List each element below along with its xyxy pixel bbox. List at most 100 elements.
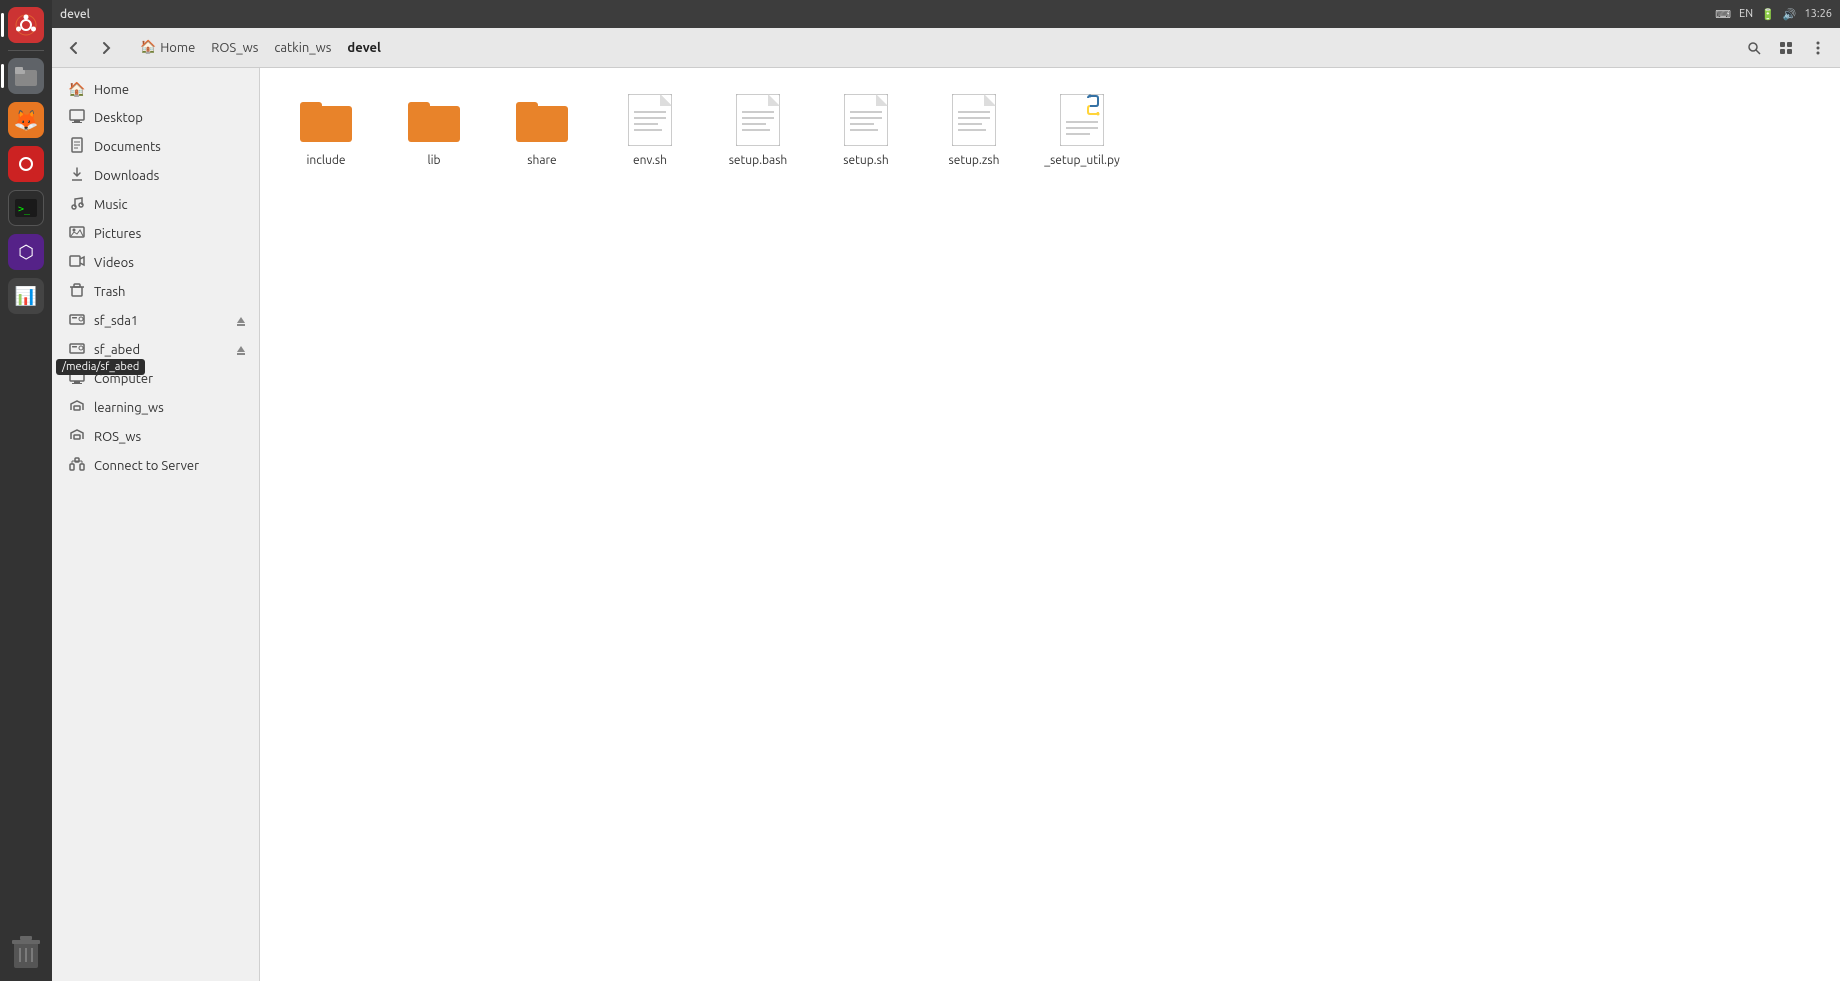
battery-indicator: 🔋 xyxy=(1761,8,1775,21)
setup-util-py-label: _setup_util.py xyxy=(1044,154,1120,167)
dock-item-terminal[interactable]: >_ xyxy=(5,187,47,229)
titlebar: devel ⌨ EN 🔋 🔊 13:26 xyxy=(52,0,1840,28)
breadcrumb: 🏠 Home ROS_ws catkin_ws devel xyxy=(132,37,1728,58)
music-icon xyxy=(68,195,86,214)
dock-item-files[interactable] xyxy=(5,55,47,97)
ros-ws-icon xyxy=(68,427,86,446)
file-item-setup-bash[interactable]: setup.bash xyxy=(708,84,808,175)
breadcrumb-devel[interactable]: devel xyxy=(339,38,389,58)
menu-button[interactable] xyxy=(1804,34,1832,62)
file-item-share[interactable]: share xyxy=(492,84,592,175)
sidebar-videos-label: Videos xyxy=(94,256,134,270)
sidebar-item-trash[interactable]: Trash xyxy=(56,277,255,306)
files-icon xyxy=(8,58,44,94)
breadcrumb-ros-ws[interactable]: ROS_ws xyxy=(203,38,266,58)
desktop-icon xyxy=(68,108,86,127)
back-button[interactable] xyxy=(60,34,88,62)
sidebar-item-connect[interactable]: Connect to Server xyxy=(56,451,255,480)
breadcrumb-home[interactable]: 🏠 Home xyxy=(132,37,203,58)
pictures-icon xyxy=(68,224,86,243)
sidebar-item-learning-ws[interactable]: learning_ws xyxy=(56,393,255,422)
volume-indicator: 🔊 xyxy=(1783,8,1797,21)
forward-button[interactable] xyxy=(92,34,120,62)
content-area: 🏠 Home Desktop Documents xyxy=(52,68,1840,981)
file-item-env-sh[interactable]: env.sh xyxy=(600,84,700,175)
dock-item-app1[interactable] xyxy=(5,143,47,185)
sidebar-pictures-label: Pictures xyxy=(94,227,141,241)
eject-sf-sda1-button[interactable] xyxy=(231,311,251,331)
breadcrumb-catkin-ws-label: catkin_ws xyxy=(274,41,331,55)
toolbar: 🏠 Home ROS_ws catkin_ws devel xyxy=(52,28,1840,68)
connect-icon xyxy=(68,456,86,475)
home-breadcrumb-icon: 🏠 xyxy=(140,40,156,55)
firefox-icon: 🦊 xyxy=(8,102,44,138)
sidebar-downloads-label: Downloads xyxy=(94,169,159,183)
dock-item-app2[interactable]: ⬡ xyxy=(5,231,47,273)
sidebar-item-ros-ws[interactable]: ROS_ws xyxy=(56,422,255,451)
documents-icon xyxy=(68,137,86,156)
file-view: include lib xyxy=(260,68,1840,981)
sidebar-item-documents[interactable]: Documents xyxy=(56,132,255,161)
sidebar-item-sf-abed[interactable]: sf_abed /media/sf_abed xyxy=(56,335,255,364)
sidebar-ros-ws-label: ROS_ws xyxy=(94,430,141,444)
home-icon: 🏠 xyxy=(68,81,86,98)
sidebar-item-pictures[interactable]: Pictures xyxy=(56,219,255,248)
sf-sda1-icon xyxy=(68,311,86,330)
sidebar-computer-label: Computer xyxy=(94,372,153,386)
terminal-icon: >_ xyxy=(8,190,44,226)
sidebar-music-label: Music xyxy=(94,198,128,212)
eject-sf-abed-button[interactable] xyxy=(231,340,251,360)
search-button[interactable] xyxy=(1740,34,1768,62)
setup-util-py-icon xyxy=(1054,92,1110,148)
file-item-include[interactable]: include xyxy=(276,84,376,175)
dock-item-app3[interactable]: 📊 xyxy=(5,275,47,317)
computer-icon xyxy=(68,369,86,388)
dock-item-trash[interactable] xyxy=(5,931,47,973)
clock: 13:26 xyxy=(1804,8,1832,20)
sidebar-item-music[interactable]: Music xyxy=(56,190,255,219)
file-item-setup-sh[interactable]: setup.sh xyxy=(816,84,916,175)
sidebar-sf-sda1-label: sf_sda1 xyxy=(94,314,138,328)
lang-indicator: EN xyxy=(1739,8,1753,20)
setup-zsh-label: setup.zsh xyxy=(949,154,1000,167)
breadcrumb-home-label: Home xyxy=(160,41,195,55)
app1-icon xyxy=(8,146,44,182)
file-item-setup-zsh[interactable]: setup.zsh xyxy=(924,84,1024,175)
sidebar-item-computer[interactable]: Computer xyxy=(56,364,255,393)
file-manager: devel ⌨ EN 🔋 🔊 13:26 🏠 Home ROS_ws catki xyxy=(52,0,1840,981)
sidebar-item-videos[interactable]: Videos xyxy=(56,248,255,277)
sidebar-connect-label: Connect to Server xyxy=(94,459,199,473)
file-item-setup-util-py[interactable]: _setup_util.py xyxy=(1032,84,1132,175)
include-folder-icon xyxy=(298,92,354,148)
sidebar-documents-label: Documents xyxy=(94,140,161,154)
breadcrumb-ros-ws-label: ROS_ws xyxy=(211,41,258,55)
sidebar-learning-ws-label: learning_ws xyxy=(94,401,164,415)
setup-zsh-icon xyxy=(946,92,1002,148)
breadcrumb-catkin-ws[interactable]: catkin_ws xyxy=(266,38,339,58)
file-item-lib[interactable]: lib xyxy=(384,84,484,175)
sidebar-item-downloads[interactable]: Downloads xyxy=(56,161,255,190)
app3-icon: 📊 xyxy=(8,278,44,314)
share-label: share xyxy=(527,154,556,167)
file-grid: include lib xyxy=(276,84,1824,175)
breadcrumb-devel-label: devel xyxy=(347,41,381,55)
ubuntu-icon xyxy=(8,7,44,43)
trash-icon xyxy=(68,282,86,301)
env-sh-label: env.sh xyxy=(633,154,667,167)
dock-item-firefox[interactable]: 🦊 xyxy=(5,99,47,141)
share-folder-icon xyxy=(514,92,570,148)
window-title: devel xyxy=(60,8,90,21)
dock-item-ubuntu[interactable] xyxy=(5,4,47,46)
sf-abed-icon xyxy=(68,340,86,359)
lib-folder-icon xyxy=(406,92,462,148)
view-grid-button[interactable] xyxy=(1772,34,1800,62)
lib-label: lib xyxy=(427,154,440,167)
include-label: include xyxy=(307,154,346,167)
setup-sh-label: setup.sh xyxy=(843,154,888,167)
toolbar-right xyxy=(1740,34,1832,62)
videos-icon xyxy=(68,253,86,272)
sidebar-item-home[interactable]: 🏠 Home xyxy=(56,76,255,103)
sidebar-item-sf-sda1[interactable]: sf_sda1 xyxy=(56,306,255,335)
sidebar-item-desktop[interactable]: Desktop xyxy=(56,103,255,132)
sidebar-trash-label: Trash xyxy=(94,285,125,299)
